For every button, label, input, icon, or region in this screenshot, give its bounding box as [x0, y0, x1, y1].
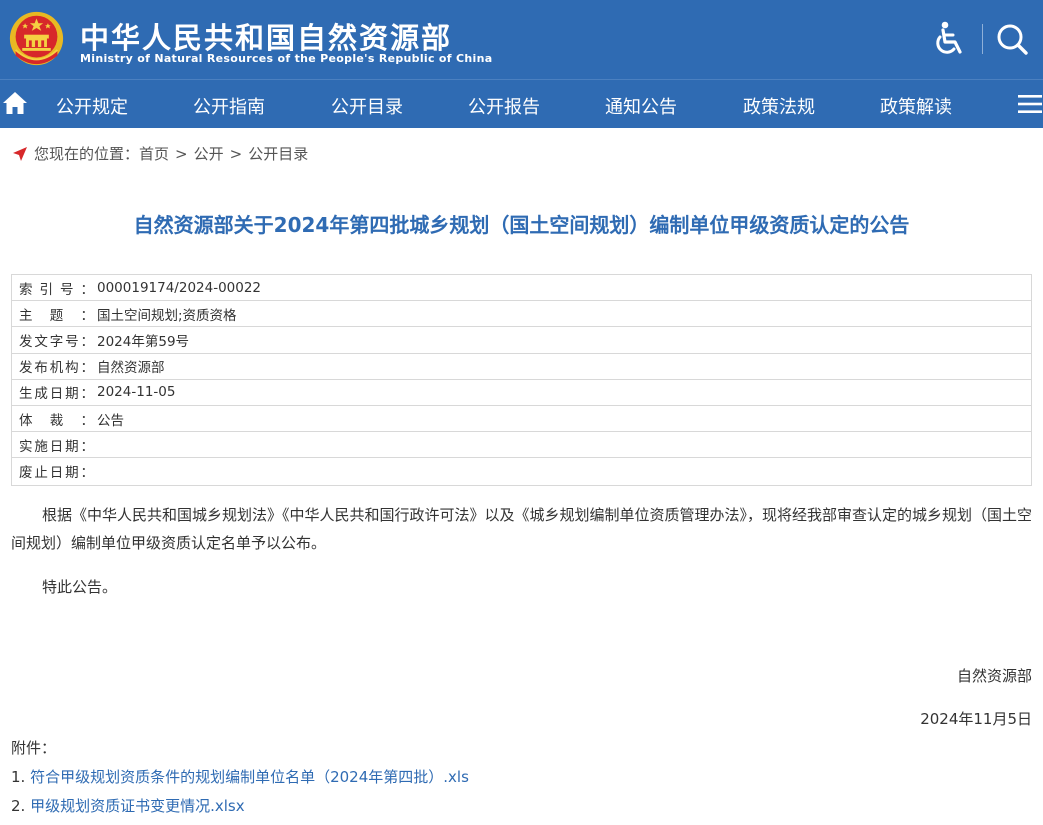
- main-nav: 公开规定 公开指南 公开目录 公开报告 通知公告 政策法规 政策解读: [0, 79, 1043, 128]
- meta-row-publisher: 发布机构： 自然资源部: [12, 354, 1031, 380]
- nav-item-disclosure-guide[interactable]: 公开指南: [193, 93, 265, 119]
- meta-value: 自然资源部: [97, 360, 165, 377]
- breadcrumb-catalog[interactable]: 公开目录: [248, 143, 308, 164]
- attachment-item: 2. 甲级规划资质证书变更情况.xlsx: [11, 795, 245, 816]
- meta-key: 生成日期：: [19, 386, 94, 403]
- nav-item-notices[interactable]: 通知公告: [605, 93, 677, 119]
- attachment-link-xlsx[interactable]: 甲级规划资质证书变更情况.xlsx: [30, 797, 245, 815]
- attachment-number: 1.: [11, 768, 31, 786]
- nav-item-policy-interpretation[interactable]: 政策解读: [880, 93, 952, 119]
- search-icon[interactable]: [994, 20, 1030, 58]
- meta-key: 索引号：: [19, 281, 94, 298]
- meta-row-genre: 体裁： 公告: [12, 406, 1031, 433]
- meta-key: 主题：: [19, 307, 94, 324]
- meta-key: 发布机构：: [19, 360, 94, 377]
- national-emblem-icon[interactable]: [8, 10, 65, 67]
- meta-row-index: 索引号： 000019174/2024-00022: [12, 275, 1031, 302]
- attachment-item: 1. 符合甲级规划资质条件的规划编制单位名单（2024年第四批）.xls: [11, 766, 469, 787]
- meta-value: 2024年第59号: [97, 333, 190, 350]
- meta-row-doc-number: 发文字号： 2024年第59号: [12, 327, 1031, 354]
- breadcrumb: 您现在的位置： 首页 > 公开 > 公开目录: [12, 143, 308, 164]
- meta-key: 发文字号：: [19, 333, 94, 350]
- accessibility-icon[interactable]: [930, 20, 966, 58]
- location-arrow-icon: [13, 146, 27, 161]
- attachment-link-xls[interactable]: 符合甲级规划资质条件的规划编制单位名单（2024年第四批）.xls: [30, 768, 469, 786]
- menu-icon[interactable]: [1018, 94, 1042, 114]
- nav-item-disclosure-catalog[interactable]: 公开目录: [331, 93, 403, 119]
- meta-key: 体裁：: [19, 412, 94, 429]
- meta-value: 2024-11-05: [97, 384, 176, 401]
- breadcrumb-prefix: 您现在的位置：: [34, 145, 140, 163]
- nav-item-policies[interactable]: 政策法规: [743, 93, 815, 119]
- meta-value: 国土空间规划;资质资格: [97, 307, 237, 324]
- nav-item-disclosure-report[interactable]: 公开报告: [468, 93, 540, 119]
- breadcrumb-separator: >: [175, 144, 188, 163]
- article-paragraph: 根据《中华人民共和国城乡规划法》《中华人民共和国行政许可法》以及《城乡规划编制单…: [11, 506, 1033, 552]
- site-title: 中华人民共和国自然资源部: [80, 21, 453, 55]
- site-header: 中华人民共和国自然资源部 Ministry of Natural Resourc…: [0, 0, 1043, 79]
- meta-row-effective-date: 实施日期：: [12, 432, 1031, 459]
- article-signature: 自然资源部: [956, 667, 1032, 685]
- nav-item-disclosure-rules[interactable]: 公开规定: [56, 93, 128, 119]
- breadcrumb-separator: >: [229, 144, 243, 163]
- meta-row-topic: 主题： 国土空间规划;资质资格: [12, 301, 1031, 328]
- article-paragraph: 特此公告。: [42, 578, 118, 596]
- article-date: 2024年11月5日: [920, 710, 1032, 728]
- attachments-label: 附件：: [11, 739, 57, 757]
- meta-key: 废止日期：: [19, 465, 94, 482]
- meta-row-expiry-date: 废止日期：: [12, 458, 1031, 484]
- site-subtitle: Ministry of Natural Resources of the Peo…: [80, 52, 493, 65]
- meta-value: 公告: [97, 412, 124, 429]
- article-title: 自然资源部关于2024年第四批城乡规划（国土空间规划）编制单位甲级资质认定的公告: [133, 213, 910, 237]
- meta-value: 000019174/2024-00022: [97, 279, 262, 296]
- home-icon[interactable]: [2, 90, 28, 116]
- attachment-number: 2.: [11, 797, 31, 815]
- breadcrumb-home[interactable]: 首页: [139, 143, 169, 164]
- header-divider: [982, 24, 983, 54]
- meta-key: 实施日期：: [19, 438, 94, 455]
- article-meta-table: 索引号： 000019174/2024-00022 主题： 国土空间规划;资质资…: [11, 274, 1032, 486]
- breadcrumb-disclosure[interactable]: 公开: [194, 143, 224, 164]
- meta-row-created-date: 生成日期： 2024-11-05: [12, 380, 1031, 406]
